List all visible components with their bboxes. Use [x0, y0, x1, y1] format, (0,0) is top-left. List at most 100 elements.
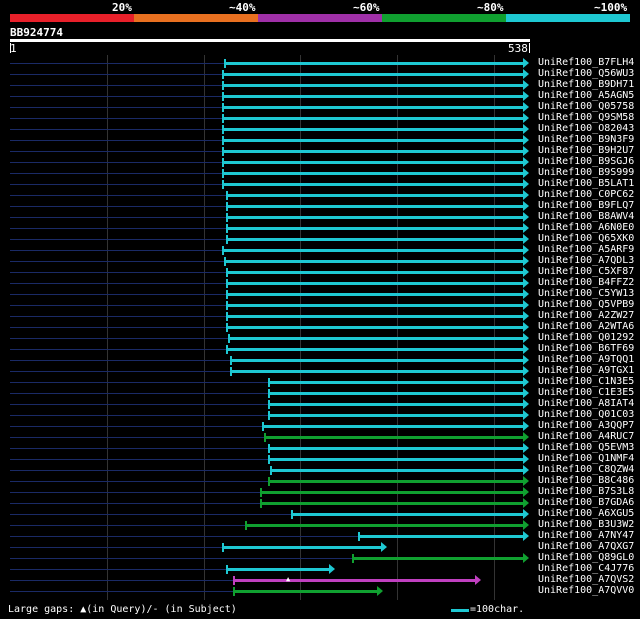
scale-label: 20%: [112, 1, 132, 14]
hit-alignment-bar[interactable]: [230, 359, 524, 362]
hit-alignment-bar[interactable]: [222, 128, 524, 131]
hit-alignment-bar[interactable]: [260, 491, 524, 494]
unaligned-segment: [10, 294, 226, 295]
hit-alignment-bar[interactable]: [226, 568, 330, 571]
unaligned-segment: [10, 525, 245, 526]
unaligned-segment: [10, 195, 226, 196]
hit-alignment-bar[interactable]: [222, 73, 524, 76]
unaligned-segment: [10, 283, 226, 284]
unaligned-segment: [10, 547, 222, 548]
unaligned-segment: [10, 217, 226, 218]
hit-alignment-bar[interactable]: [226, 227, 524, 230]
hit-alignment-bar[interactable]: [268, 458, 524, 461]
ruler-end-tick: [529, 43, 530, 53]
hit-alignment-bar[interactable]: [226, 238, 524, 241]
hit-alignment-bar[interactable]: [268, 392, 524, 395]
hit-alignment-bar[interactable]: [352, 557, 524, 560]
scale-label: ~80%: [477, 1, 504, 14]
hit-alignment-bar[interactable]: [262, 425, 524, 428]
hit-end-arrow-icon: [523, 267, 529, 277]
hit-alignment-bar[interactable]: [222, 546, 382, 549]
scale-label: ~100%: [594, 1, 628, 14]
query-gap-icon: ▲: [286, 575, 291, 583]
scale-segment: [506, 14, 630, 22]
hit-end-arrow-icon: [523, 278, 529, 288]
hit-alignment-bar[interactable]: [226, 315, 524, 318]
hit-alignment-bar[interactable]: [226, 348, 524, 351]
hit-end-arrow-icon: [523, 289, 529, 299]
hit-alignment-bar[interactable]: [268, 414, 524, 417]
hit-end-arrow-icon: [523, 124, 529, 134]
hit-end-arrow-icon: [523, 476, 529, 486]
hit-alignment-bar[interactable]: [291, 513, 524, 516]
unaligned-segment: [10, 481, 268, 482]
footer-gaps-note: Large gaps: ▲(in Query)/- (in Subject): [8, 604, 237, 615]
hit-alignment-bar[interactable]: [224, 260, 524, 263]
hit-label[interactable]: UniRef100_A7QVV0: [538, 585, 634, 597]
hit-alignment-bar[interactable]: [233, 579, 476, 582]
hit-alignment-bar[interactable]: [222, 84, 524, 87]
hit-end-arrow-icon: [523, 520, 529, 530]
unaligned-segment: [10, 162, 222, 163]
hit-alignment-bar[interactable]: [358, 535, 524, 538]
unaligned-segment: [10, 173, 222, 174]
hit-end-arrow-icon: [523, 344, 529, 354]
hit-alignment-bar[interactable]: [226, 271, 524, 274]
scale-segment: [10, 14, 134, 22]
hit-alignment-bar[interactable]: [226, 205, 524, 208]
hit-end-arrow-icon: [475, 575, 481, 585]
unaligned-segment: [10, 437, 264, 438]
hit-alignment-bar[interactable]: [222, 172, 524, 175]
hit-alignment-bar[interactable]: [222, 139, 524, 142]
unaligned-segment: [10, 151, 222, 152]
hit-alignment-bar[interactable]: [268, 381, 524, 384]
hit-alignment-bar[interactable]: [268, 447, 524, 450]
scale-label: ~40%: [229, 1, 256, 14]
unaligned-segment: [10, 591, 233, 592]
unaligned-segment: [10, 85, 222, 86]
hit-row[interactable]: UniRef100_A7QVV0: [0, 585, 640, 597]
unaligned-segment: [10, 184, 222, 185]
hit-end-arrow-icon: [377, 586, 383, 596]
unaligned-segment: [10, 503, 260, 504]
unaligned-segment: [10, 349, 226, 350]
unaligned-segment: [10, 404, 268, 405]
unaligned-segment: [10, 107, 222, 108]
hit-alignment-bar[interactable]: [226, 293, 524, 296]
unaligned-segment: [10, 514, 291, 515]
hit-alignment-bar[interactable]: [222, 183, 524, 186]
query-bar: [10, 39, 530, 42]
hit-alignment-bar[interactable]: [230, 370, 524, 373]
hit-end-arrow-icon: [523, 245, 529, 255]
hit-alignment-bar[interactable]: [222, 106, 524, 109]
ruler-start-label: 1: [10, 42, 17, 55]
hit-alignment-bar[interactable]: [228, 337, 524, 340]
hit-alignment-bar[interactable]: [222, 150, 524, 153]
hit-alignment-bar[interactable]: [245, 524, 524, 527]
hit-alignment-bar[interactable]: [233, 590, 378, 593]
hit-alignment-bar[interactable]: [222, 95, 524, 98]
hit-alignment-bar[interactable]: [226, 326, 524, 329]
hit-alignment-bar[interactable]: [226, 194, 524, 197]
hit-alignment-bar[interactable]: [260, 502, 524, 505]
hit-alignment-bar[interactable]: [226, 216, 524, 219]
hit-alignment-bar[interactable]: [226, 304, 524, 307]
hit-end-arrow-icon: [523, 113, 529, 123]
hit-alignment-bar[interactable]: [222, 249, 524, 252]
unaligned-segment: [10, 393, 268, 394]
hit-alignment-bar[interactable]: [268, 480, 524, 483]
hit-alignment-bar[interactable]: [222, 117, 524, 120]
hit-end-arrow-icon: [523, 212, 529, 222]
hit-alignment-bar[interactable]: [270, 469, 524, 472]
unaligned-segment: [10, 371, 230, 372]
hit-alignment-bar[interactable]: [268, 403, 524, 406]
query-id: BB924774: [10, 26, 63, 39]
unaligned-segment: [10, 415, 268, 416]
unaligned-segment: [10, 492, 260, 493]
hit-alignment-bar[interactable]: [264, 436, 524, 439]
hit-alignment-bar[interactable]: [224, 62, 524, 65]
hit-alignment-bar[interactable]: [222, 161, 524, 164]
hit-end-arrow-icon: [523, 465, 529, 475]
hit-alignment-bar[interactable]: [226, 282, 524, 285]
hit-end-arrow-icon: [381, 542, 387, 552]
